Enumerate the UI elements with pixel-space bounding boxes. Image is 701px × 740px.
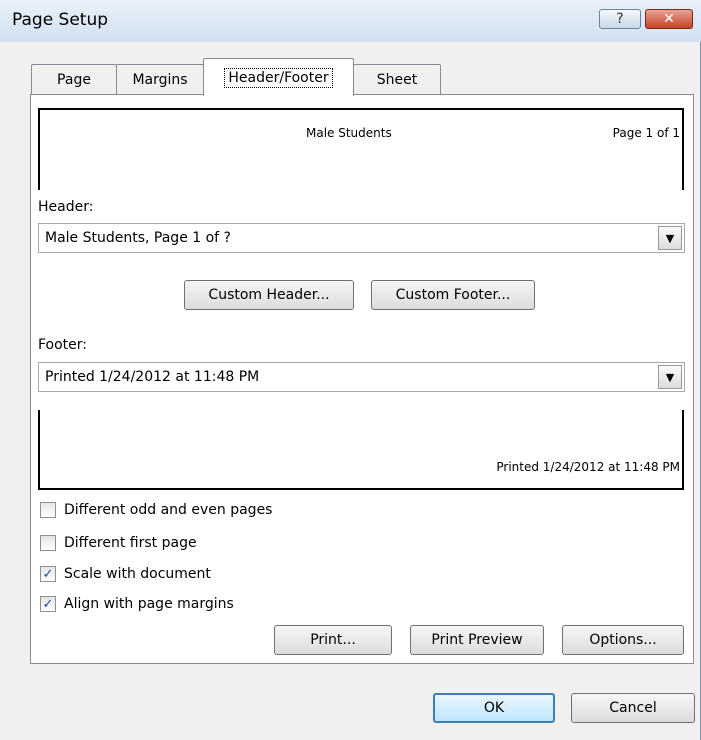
tab-sheet[interactable]: Sheet: [353, 64, 441, 94]
close-icon: ✕: [663, 11, 675, 27]
tab-header-footer[interactable]: Header/Footer: [203, 58, 354, 96]
ok-button[interactable]: OK: [433, 693, 555, 723]
chevron-down-icon[interactable]: ▼: [658, 365, 682, 389]
footer-label: Footer:: [38, 337, 88, 353]
checkbox[interactable]: [40, 535, 56, 551]
title-bar[interactable]: Page Setup ? ✕: [0, 0, 701, 42]
header-select[interactable]: Male Students, Page 1 of ? ▼: [38, 223, 685, 253]
option-different-odd-even[interactable]: Different odd and even pages: [40, 500, 272, 520]
checkmark-icon: ✓: [42, 596, 54, 612]
custom-footer-button[interactable]: Custom Footer...: [371, 280, 535, 310]
page-setup-dialog: Page Setup ? ✕ Page Margins Header/Foote…: [0, 0, 701, 740]
checkbox-checked[interactable]: ✓: [40, 596, 56, 612]
option-different-first-page[interactable]: Different first page: [40, 533, 197, 553]
footer-preview: Printed 1/24/2012 at 11:48 PM: [38, 410, 684, 490]
option-align-with-margins[interactable]: ✓ Align with page margins: [40, 594, 234, 614]
print-button[interactable]: Print...: [274, 625, 392, 655]
window-title: Page Setup: [12, 10, 109, 30]
header-preview: Male Students Page 1 of 1: [38, 108, 684, 190]
footer-preview-right: Printed 1/24/2012 at 11:48 PM: [496, 460, 680, 474]
options-button[interactable]: Options...: [562, 625, 684, 655]
custom-header-button[interactable]: Custom Header...: [184, 280, 354, 310]
tab-margins[interactable]: Margins: [116, 64, 204, 94]
header-preview-right: Page 1 of 1: [612, 126, 680, 140]
help-button[interactable]: ?: [599, 9, 641, 29]
footer-select[interactable]: Printed 1/24/2012 at 11:48 PM ▼: [38, 362, 685, 392]
close-button[interactable]: ✕: [645, 9, 693, 29]
header-label: Header:: [38, 199, 94, 215]
chevron-down-icon[interactable]: ▼: [658, 226, 682, 250]
checkbox-checked[interactable]: ✓: [40, 566, 56, 582]
footer-select-value: Printed 1/24/2012 at 11:48 PM: [45, 369, 260, 385]
help-icon: ?: [616, 11, 624, 27]
header-preview-center: Male Students: [306, 126, 392, 140]
checkbox[interactable]: [40, 502, 56, 518]
print-preview-button[interactable]: Print Preview: [410, 625, 544, 655]
header-select-value: Male Students, Page 1 of ?: [45, 230, 231, 246]
option-scale-with-document[interactable]: ✓ Scale with document: [40, 564, 211, 584]
tab-page[interactable]: Page: [31, 64, 117, 94]
checkmark-icon: ✓: [42, 566, 54, 582]
cancel-button[interactable]: Cancel: [571, 693, 695, 723]
